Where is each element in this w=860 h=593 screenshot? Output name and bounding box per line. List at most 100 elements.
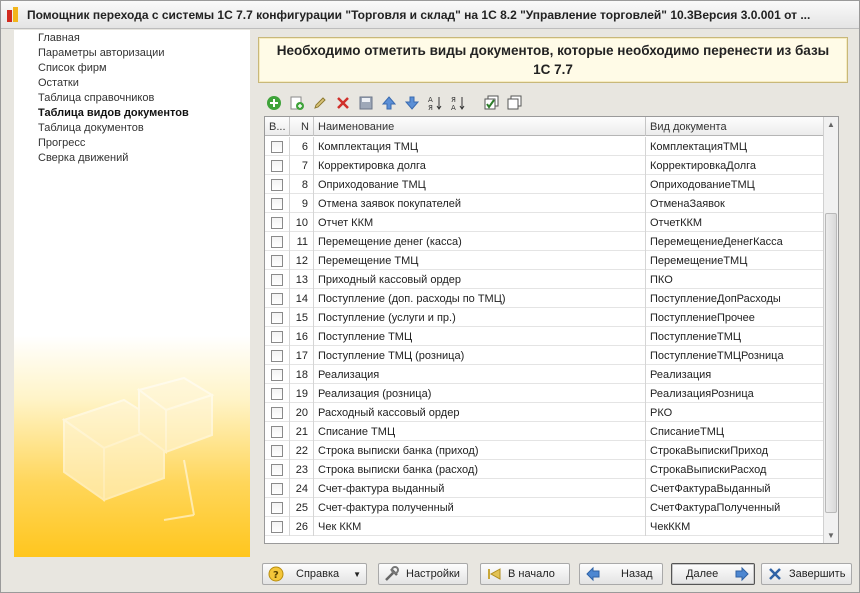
- row-doc-type[interactable]: ПоступлениеТМЦ: [646, 327, 824, 346]
- table-row[interactable]: 24 Счет-фактура выданный СчетФактураВыданн…: [265, 479, 824, 498]
- sidebar-item-balances[interactable]: Остатки: [38, 77, 79, 89]
- row-name[interactable]: Строка выписки банка (расход): [314, 460, 646, 479]
- next-button[interactable]: Далее: [671, 563, 755, 585]
- back-button[interactable]: Назад: [579, 563, 663, 585]
- row-doc-type[interactable]: СчетФактураПолученный: [646, 498, 824, 517]
- row-checkbox[interactable]: [271, 387, 283, 400]
- row-name[interactable]: Комплектация ТМЦ: [314, 137, 646, 156]
- row-name[interactable]: Корректировка долга: [314, 156, 646, 175]
- row-name[interactable]: Перемещение денег (касса): [314, 232, 646, 251]
- uncheck-all-icon[interactable]: [507, 95, 523, 111]
- row-checkbox[interactable]: [271, 368, 283, 381]
- row-doc-type[interactable]: РеализацияРозница: [646, 384, 824, 403]
- row-checkbox[interactable]: [271, 273, 283, 286]
- row-doc-type[interactable]: ПоступлениеПрочее: [646, 308, 824, 327]
- row-doc-type[interactable]: ПоступлениеДопРасходы: [646, 289, 824, 308]
- sidebar-item-progress[interactable]: Прогресс: [38, 137, 85, 149]
- row-name[interactable]: Поступление ТМЦ: [314, 327, 646, 346]
- table-row[interactable]: 10 Отчет ККМ ОтчетККМ: [265, 213, 824, 232]
- scroll-down-icon[interactable]: ▼: [824, 528, 838, 543]
- row-doc-type[interactable]: КомплектацияТМЦ: [646, 137, 824, 156]
- row-name[interactable]: Счет-фактура выданный: [314, 479, 646, 498]
- row-name[interactable]: Отмена заявок покупателей: [314, 194, 646, 213]
- scroll-up-icon[interactable]: ▲: [824, 117, 838, 132]
- row-checkbox[interactable]: [271, 178, 283, 191]
- column-header-doc-type[interactable]: Вид документа: [646, 117, 824, 136]
- row-checkbox[interactable]: [271, 463, 283, 476]
- table-row[interactable]: 12 Перемещение ТМЦ ПеремещениеТМЦ: [265, 251, 824, 270]
- row-name[interactable]: Реализация (розница): [314, 384, 646, 403]
- row-checkbox[interactable]: [271, 444, 283, 457]
- row-checkbox[interactable]: [271, 292, 283, 305]
- row-doc-type[interactable]: ЧекККМ: [646, 517, 824, 536]
- row-checkbox[interactable]: [271, 235, 283, 248]
- row-doc-type[interactable]: КорректировкаДолга: [646, 156, 824, 175]
- row-doc-type[interactable]: РКО: [646, 403, 824, 422]
- column-header-n[interactable]: N: [290, 117, 314, 136]
- row-doc-type[interactable]: ПеремещениеТМЦ: [646, 251, 824, 270]
- table-row[interactable]: 21 Списание ТМЦ СписаниеТМЦ: [265, 422, 824, 441]
- vertical-scrollbar[interactable]: ▲ ▼: [823, 117, 838, 543]
- row-name[interactable]: Перемещение ТМЦ: [314, 251, 646, 270]
- table-row[interactable]: 16 Поступление ТМЦ ПоступлениеТМЦ: [265, 327, 824, 346]
- table-row[interactable]: 14 Поступление (доп. расходы по ТМЦ) Посту…: [265, 289, 824, 308]
- table-row[interactable]: 15 Поступление (услуги и пр.) ПоступлениеП…: [265, 308, 824, 327]
- row-checkbox[interactable]: [271, 482, 283, 495]
- row-checkbox[interactable]: [271, 501, 283, 514]
- column-header-check[interactable]: В...: [265, 117, 290, 136]
- scroll-thumb[interactable]: [825, 213, 837, 513]
- row-checkbox[interactable]: [271, 406, 283, 419]
- help-button[interactable]: ? Справка ▼: [262, 563, 367, 585]
- row-checkbox[interactable]: [271, 349, 283, 362]
- row-doc-type[interactable]: ОприходованиеТМЦ: [646, 175, 824, 194]
- table-row[interactable]: 20 Расходный кассовый ордер РКО: [265, 403, 824, 422]
- finish-button[interactable]: Завершить: [761, 563, 852, 585]
- row-name[interactable]: Отчет ККМ: [314, 213, 646, 232]
- table-row[interactable]: 7 Корректировка долга КорректировкаДолга: [265, 156, 824, 175]
- table-row[interactable]: 13 Приходный кассовый ордер ПКО: [265, 270, 824, 289]
- row-doc-type[interactable]: Реализация: [646, 365, 824, 384]
- row-checkbox[interactable]: [271, 159, 283, 172]
- row-checkbox[interactable]: [271, 216, 283, 229]
- row-name[interactable]: Поступление ТМЦ (розница): [314, 346, 646, 365]
- row-name[interactable]: Счет-фактура полученный: [314, 498, 646, 517]
- row-doc-type[interactable]: ПеремещениеДенегКасса: [646, 232, 824, 251]
- sort-desc-icon[interactable]: ЯA: [450, 95, 466, 111]
- row-name[interactable]: Строка выписки банка (приход): [314, 441, 646, 460]
- sidebar-item-firms[interactable]: Список фирм: [38, 62, 107, 74]
- table-row[interactable]: 8 Оприходование ТМЦ ОприходованиеТМЦ: [265, 175, 824, 194]
- table-row[interactable]: 6 Комплектация ТМЦ КомплектацияТМЦ: [265, 137, 824, 156]
- row-checkbox[interactable]: [271, 140, 283, 153]
- row-doc-type[interactable]: СписаниеТМЦ: [646, 422, 824, 441]
- sidebar-item-doc-types-table[interactable]: Таблица видов документов: [38, 107, 189, 119]
- row-doc-type[interactable]: ПоступлениеТМЦРозница: [646, 346, 824, 365]
- delete-icon[interactable]: [335, 95, 351, 111]
- edit-icon[interactable]: [312, 95, 328, 111]
- row-name[interactable]: Оприходование ТМЦ: [314, 175, 646, 194]
- row-doc-type[interactable]: СтрокаВыпискиРасход: [646, 460, 824, 479]
- row-name[interactable]: Приходный кассовый ордер: [314, 270, 646, 289]
- row-checkbox[interactable]: [271, 197, 283, 210]
- row-checkbox[interactable]: [271, 330, 283, 343]
- settings-button[interactable]: Настройки: [378, 563, 468, 585]
- table-row[interactable]: 25 Счет-фактура полученный СчетФактураПолу…: [265, 498, 824, 517]
- row-checkbox[interactable]: [271, 425, 283, 438]
- row-name[interactable]: Списание ТМЦ: [314, 422, 646, 441]
- table-row[interactable]: 22 Строка выписки банка (приход) СтрокаВып…: [265, 441, 824, 460]
- sidebar-item-movements-check[interactable]: Сверка движений: [38, 152, 128, 164]
- move-up-icon[interactable]: [381, 95, 397, 111]
- to-start-button[interactable]: В начало: [480, 563, 570, 585]
- row-doc-type[interactable]: ОтменаЗаявок: [646, 194, 824, 213]
- table-row[interactable]: 23 Строка выписки банка (расход) СтрокаВып…: [265, 460, 824, 479]
- table-row[interactable]: 11 Перемещение денег (касса) ПеремещениеДе…: [265, 232, 824, 251]
- row-checkbox[interactable]: [271, 254, 283, 267]
- column-header-name[interactable]: Наименование: [314, 117, 646, 136]
- add-icon[interactable]: [266, 95, 282, 111]
- sidebar-item-auth-params[interactable]: Параметры авторизации: [38, 47, 164, 59]
- row-name[interactable]: Поступление (услуги и пр.): [314, 308, 646, 327]
- copy-icon[interactable]: [289, 95, 305, 111]
- save-icon[interactable]: [358, 95, 374, 111]
- table-row[interactable]: 9 Отмена заявок покупателей ОтменаЗаявок: [265, 194, 824, 213]
- table-row[interactable]: 17 Поступление ТМЦ (розница) ПоступлениеТМ…: [265, 346, 824, 365]
- sidebar-item-main[interactable]: Главная: [38, 32, 80, 44]
